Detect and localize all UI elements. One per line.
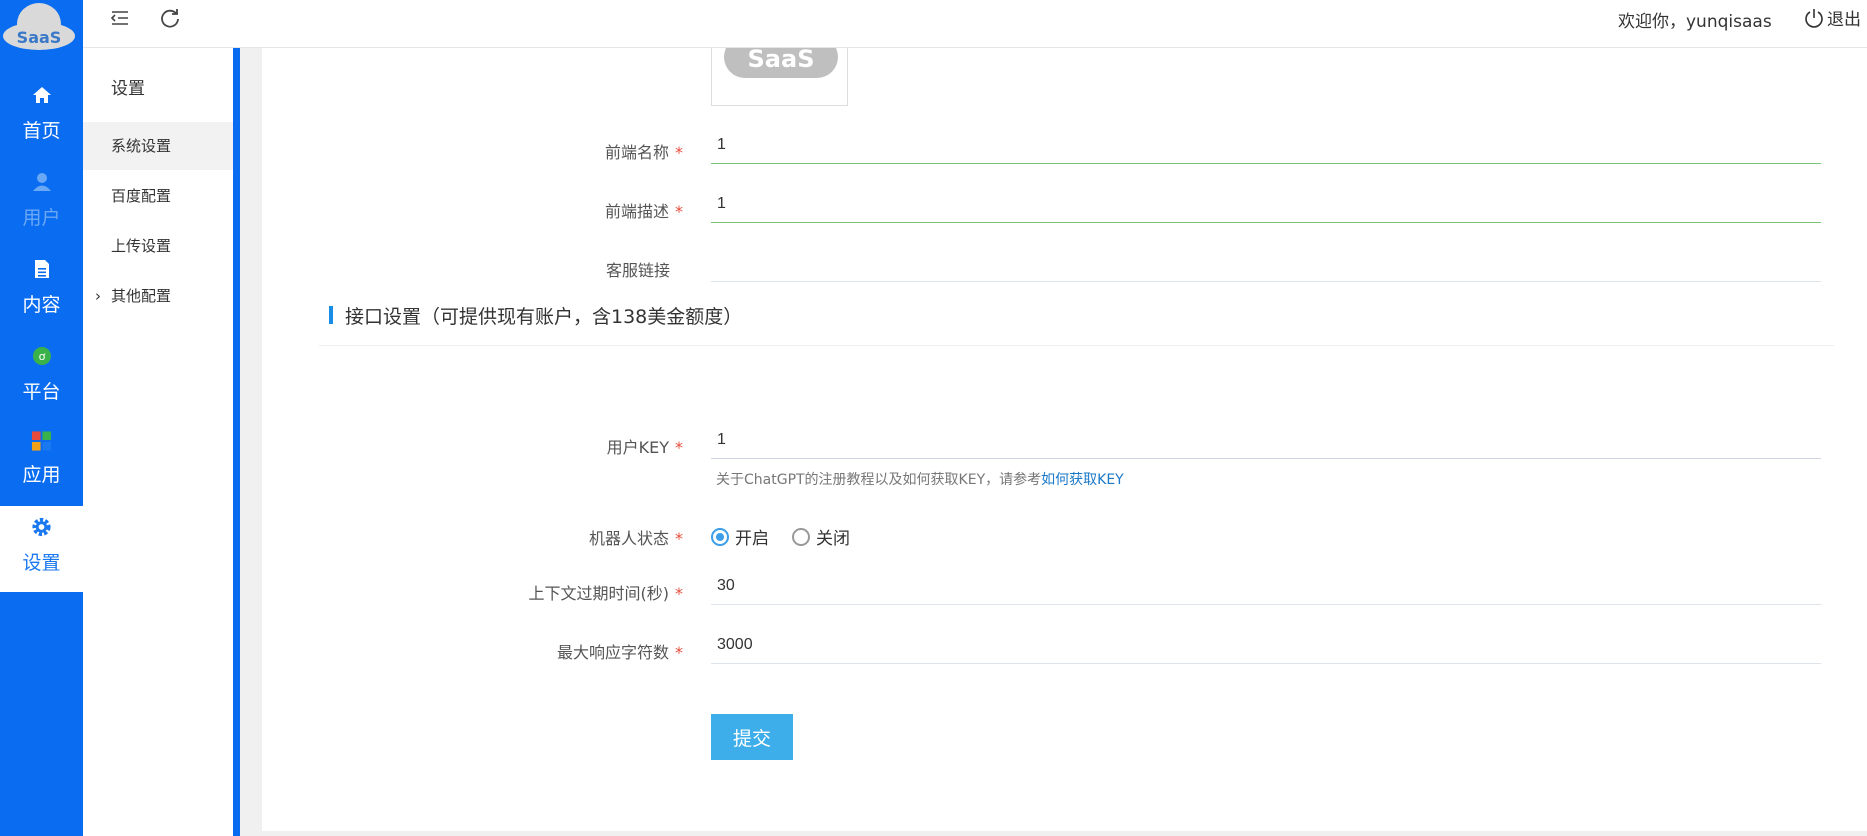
frontend-desc-input[interactable] <box>711 185 1821 223</box>
welcome-text: 欢迎你，yunqisaas <box>1618 12 1772 32</box>
label-text: 客服链接 <box>605 261 670 280</box>
menu-collapse-icon[interactable] <box>108 6 132 30</box>
label-text: 最大响应字符数 <box>556 643 669 662</box>
label-text: 机器人状态 <box>588 529 669 548</box>
nav-item-content[interactable]: 内容 <box>0 244 83 330</box>
nav-item-apps[interactable]: 应用 <box>0 418 83 504</box>
section-accent-bar <box>329 306 333 324</box>
user-key-hint: 关于ChatGPT的注册教程以及如何获取KEY，请参考如何获取KEY <box>716 469 1124 489</box>
how-to-get-key-link[interactable]: 如何获取KEY <box>1041 472 1124 488</box>
service-link-label: 客服链接 <box>250 257 683 281</box>
submenu-item-upload[interactable]: 上传设置 <box>83 222 233 270</box>
frontend-desc-label: 前端描述 * <box>250 198 683 222</box>
submenu-item-other[interactable]: › 其他配置 <box>83 272 233 320</box>
submenu-item-label: 其他配置 <box>111 287 172 305</box>
nav-label: 内容 <box>22 294 61 316</box>
logo-preview[interactable]: SaaS <box>711 48 848 106</box>
power-icon <box>1805 8 1823 28</box>
label-text: 上下文过期时间(秒) <box>528 584 670 603</box>
label-text: 前端名称 <box>604 143 669 162</box>
apps-icon <box>31 430 52 451</box>
top-header: 欢迎你，yunqisaas 退出 <box>83 0 1867 48</box>
submenu-item-baidu[interactable]: 百度配置 <box>83 172 233 220</box>
submenu-item-system[interactable]: 系统设置 <box>83 122 233 170</box>
bot-status-label: 机器人状态 * <box>250 525 683 549</box>
bot-status-on-radio[interactable]: 开启 <box>711 524 769 549</box>
user-icon <box>31 171 52 192</box>
platform-icon: ơ <box>31 345 52 366</box>
logout-button[interactable]: 退出 <box>1803 5 1861 30</box>
required-mark: * <box>675 143 683 162</box>
required-mark: * <box>675 584 683 603</box>
left-nav: SaaS 首页 用户 内容 ơ 平台 应用 设置 <box>0 0 83 836</box>
radio-selected-icon <box>711 527 729 546</box>
label-text: 用户KEY <box>606 438 669 457</box>
user-key-label: 用户KEY * <box>250 434 683 458</box>
section-divider <box>319 345 1834 346</box>
scroll-indicator-strip <box>233 48 240 836</box>
frontend-name-label: 前端名称 * <box>250 139 683 163</box>
nav-label: 用户 <box>22 207 61 229</box>
svg-text:ơ: ơ <box>38 350 45 363</box>
radio-label: 关闭 <box>816 529 850 549</box>
required-mark: * <box>675 529 683 548</box>
label-text: 前端描述 <box>604 202 669 221</box>
radio-label: 开启 <box>735 529 769 549</box>
hint-text: 关于ChatGPT的注册教程以及如何获取KEY，请参考 <box>716 472 1042 488</box>
logo-preview-image: SaaS <box>724 48 838 78</box>
nav-item-settings[interactable]: 设置 <box>0 506 83 592</box>
bot-status-off-radio[interactable]: 关闭 <box>792 524 850 549</box>
required-mark: * <box>675 202 683 221</box>
context-expire-input[interactable] <box>711 567 1821 605</box>
document-icon <box>31 258 52 279</box>
nav-label: 应用 <box>22 464 61 486</box>
logout-label: 退出 <box>1827 10 1861 30</box>
home-icon <box>31 84 52 105</box>
chevron-right-icon: › <box>95 287 101 305</box>
nav-label: 首页 <box>22 120 61 142</box>
nav-label: 设置 <box>22 552 61 574</box>
frontend-name-input[interactable] <box>711 126 1821 164</box>
submit-button[interactable]: 提交 <box>711 714 793 760</box>
nav-label: 平台 <box>22 381 61 403</box>
context-expire-label: 上下文过期时间(秒) * <box>250 580 684 604</box>
required-mark: * <box>675 643 683 662</box>
refresh-icon[interactable] <box>158 6 182 30</box>
submenu-item-label: 百度配置 <box>111 187 172 205</box>
section-title: 接口设置（可提供现有账户，含138美金额度） <box>345 306 743 328</box>
service-link-input[interactable] <box>711 244 1821 282</box>
gear-icon <box>31 516 52 537</box>
submenu-item-label: 上传设置 <box>111 237 172 255</box>
max-chars-input[interactable] <box>711 626 1821 664</box>
nav-item-platform[interactable]: ơ 平台 <box>0 331 83 417</box>
radio-unselected-icon <box>792 527 810 546</box>
nav-item-users[interactable]: 用户 <box>0 157 83 243</box>
settings-submenu: 设置 系统设置 百度配置 上传设置 › 其他配置 <box>83 48 233 836</box>
logo[interactable]: SaaS <box>2 0 76 56</box>
submenu-item-label: 系统设置 <box>111 137 172 155</box>
user-key-input[interactable] <box>711 421 1821 459</box>
logo-text: SaaS <box>16 28 62 47</box>
required-mark: * <box>675 438 683 457</box>
max-chars-label: 最大响应字符数 * <box>250 639 683 663</box>
submenu-title: 设置 <box>111 79 145 99</box>
nav-item-home[interactable]: 首页 <box>0 70 83 156</box>
